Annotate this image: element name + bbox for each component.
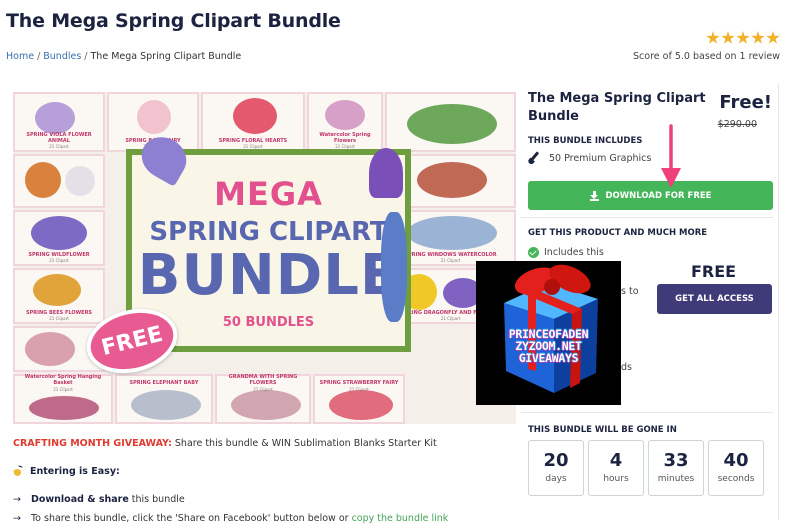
giveaway-banner: CRAFTING MONTH GIVEAWAY: Share this bund… bbox=[13, 438, 437, 449]
countdown-seconds: 40 seconds bbox=[708, 440, 764, 496]
includes-heading: THIS BUNDLE INCLUDES bbox=[528, 136, 643, 146]
crocus-decoration bbox=[369, 148, 403, 198]
star-icon bbox=[706, 31, 720, 44]
party-popper-icon bbox=[13, 466, 24, 477]
product-price: Free! bbox=[719, 92, 772, 113]
breadcrumb-current: The Mega Spring Clipart Bundle bbox=[90, 51, 242, 62]
star-icon bbox=[751, 31, 765, 44]
pink-arrow-annotation bbox=[661, 124, 681, 188]
countdown-hours: 4 hours bbox=[588, 440, 644, 496]
check-circle-icon bbox=[528, 247, 539, 258]
breadcrumb-separator: / bbox=[37, 51, 41, 62]
product-name: The Mega Spring Clipart Bundle bbox=[528, 91, 706, 124]
clipart-tile bbox=[13, 154, 105, 208]
breadcrumb: Home / Bundles / The Mega Spring Clipart Bun… bbox=[6, 51, 241, 62]
graphics-count-label: 50 Premium Graphics bbox=[549, 153, 652, 164]
graphics-count: 50 Premium Graphics bbox=[528, 152, 651, 165]
breadcrumb-separator: / bbox=[84, 51, 88, 62]
countdown-heading: THIS BUNDLE WILL BE GONE IN bbox=[528, 425, 677, 435]
entering-heading: Entering is Easy: bbox=[13, 466, 120, 477]
headline-bundle: BUNDLE bbox=[137, 243, 400, 308]
product-image[interactable]: SPRING VIOLA FLOWER ANIMAL 21 Clipart SPR… bbox=[13, 92, 516, 424]
arrow-right-icon: → bbox=[13, 494, 21, 505]
download-button-label: DOWNLOAD FOR FREE bbox=[605, 190, 712, 201]
breadcrumb-home[interactable]: Home bbox=[6, 51, 34, 62]
giveaway-label: CRAFTING MONTH GIVEAWAY: bbox=[13, 438, 172, 449]
step-share-instructions: → To share this bundle, click the 'Share… bbox=[13, 513, 449, 524]
copy-bundle-link[interactable]: copy the bundle link bbox=[352, 513, 449, 524]
clipart-tile bbox=[385, 92, 516, 152]
gift-box-overlay: PRINCEOFADEN ZYZOOM.NET GIVEAWAYS bbox=[476, 261, 621, 405]
countdown-timer: 20 days 4 hours 33 minutes 40 seconds bbox=[528, 440, 764, 496]
clipart-tile: GRANDMA WITH SPRING FLOWERS 21 Clipart bbox=[215, 374, 311, 424]
feature-text-partial: ds bbox=[621, 362, 632, 373]
feature-text-partial: s to bbox=[621, 286, 639, 297]
includes-check-row: Includes this bbox=[528, 247, 604, 258]
countdown-days: 20 days bbox=[528, 440, 584, 496]
get-product-heading: GET THIS PRODUCT AND MUCH MORE bbox=[528, 228, 708, 238]
download-icon bbox=[589, 190, 599, 201]
clipart-tile: Watercolor Spring Hanging Basket 21 Clipa… bbox=[13, 374, 113, 424]
clipart-tile: Watercolor Spring Flowers 21 Clipart bbox=[307, 92, 383, 152]
clipart-tile: SPRING VIOLA FLOWER ANIMAL 21 Clipart bbox=[13, 92, 105, 152]
clipart-tile: SPRING ELEPHANT BABY bbox=[115, 374, 213, 424]
rating-score: Score of 5.0 based on 1 review bbox=[633, 51, 780, 62]
arrow-right-icon: → bbox=[13, 513, 21, 524]
page-title: The Mega Spring Clipart Bundle bbox=[6, 10, 341, 32]
star-icon bbox=[736, 31, 750, 44]
countdown-minutes: 33 minutes bbox=[648, 440, 704, 496]
rating-stars bbox=[706, 31, 780, 45]
breadcrumb-bundles[interactable]: Bundles bbox=[43, 51, 81, 62]
star-icon bbox=[721, 31, 735, 44]
get-all-access-button[interactable]: GET ALL ACCESS bbox=[657, 284, 772, 314]
brush-icon bbox=[528, 152, 541, 165]
star-icon bbox=[766, 31, 780, 44]
divider bbox=[521, 412, 773, 413]
original-price: $290.00 bbox=[717, 119, 757, 130]
download-for-free-button[interactable]: DOWNLOAD FOR FREE bbox=[528, 181, 773, 210]
all-access-price: FREE bbox=[691, 262, 737, 281]
delphinium-decoration bbox=[381, 212, 407, 322]
clipart-tile: SPRING FLORAL HEARTS 21 Clipart bbox=[201, 92, 305, 152]
clipart-tile: SPRING STRAWBERRY FAIRY 21 Clipart bbox=[313, 374, 405, 424]
giveaway-text: Share this bundle & WIN Sublimation Blan… bbox=[171, 438, 437, 449]
includes-this-label: Includes this bbox=[544, 247, 604, 258]
clipart-tile: SPRING BEES FLOWERS 21 Clipart bbox=[13, 268, 105, 324]
step-download-share: → Download & share this bundle bbox=[13, 494, 185, 505]
clipart-tile: SPRING WILDFLOWER 21 Clipart bbox=[13, 210, 105, 266]
divider bbox=[521, 217, 773, 218]
gift-overlay-text: PRINCEOFADEN ZYZOOM.NET GIVEAWAYS bbox=[508, 327, 589, 365]
